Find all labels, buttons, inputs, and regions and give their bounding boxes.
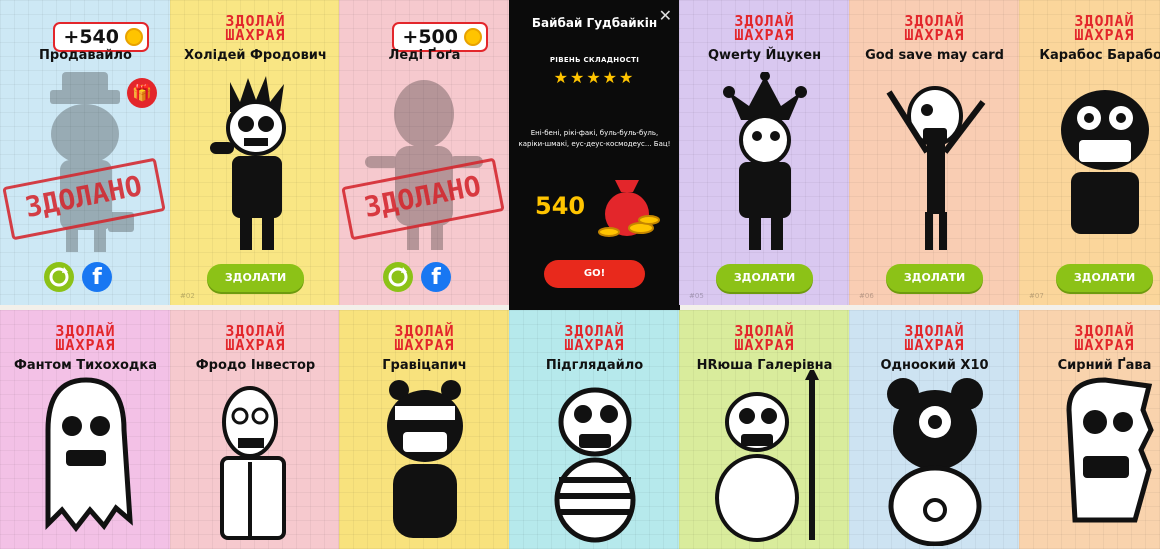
reward-amount: 540 xyxy=(535,192,586,220)
brand-logo: ЗДОЛАЙ ШАХРАЯ xyxy=(734,12,795,44)
monster-illustration xyxy=(45,377,133,533)
card-number: #05 xyxy=(689,292,704,300)
difficulty-label: РІВЕНЬ СКЛАДНОСТІ xyxy=(549,56,640,64)
reward-value: +500 xyxy=(402,26,458,48)
defeat-button[interactable]: ЗДОЛАТИ xyxy=(886,264,983,292)
card-title: God save may card xyxy=(865,48,1004,63)
defeat-button[interactable]: ЗДОЛАТИ xyxy=(716,264,813,292)
monster-popup: ✕ Байбай Гудбайкін РІВЕНЬ СКЛАДНОСТІ ★★★… xyxy=(509,0,680,310)
facebook-icon[interactable]: f xyxy=(82,262,112,292)
monster-illustration xyxy=(715,370,819,542)
card-nriusha[interactable]: ЗДОЛАЙ ШАХРАЯ НRюша Галерівна xyxy=(679,310,850,549)
card-kholidei[interactable]: ЗДОЛАЙ ШАХРАЯ Холідей Фродович ЗДОЛАТИ #0… xyxy=(170,0,341,305)
go-button[interactable]: GO! xyxy=(544,260,645,288)
monster-illustration xyxy=(723,72,807,250)
card-prodavailo[interactable]: +540 Продавайло 🎁 ЗДОЛАНО f xyxy=(0,0,171,305)
card-gravitsapych[interactable]: ЗДОЛАЙ ШАХРАЯ Гравіцапич xyxy=(339,310,510,549)
brand-logo: ЗДОЛАЙ ШАХРАЯ xyxy=(904,12,965,44)
replay-icon[interactable] xyxy=(44,262,74,292)
card-title: Карабос Барабос xyxy=(1039,48,1160,63)
card-ledi-goga[interactable]: +500 Леді Ґоґа ЗДОЛАНО f xyxy=(339,0,510,305)
card-god-save[interactable]: ЗДОЛАЙ ШАХРАЯ God save may card ЗДОЛАТИ #… xyxy=(849,0,1020,305)
card-title: Продавайло xyxy=(39,48,132,63)
card-fantom[interactable]: ЗДОЛАЙ ШАХРАЯ Фантом Тихоходка xyxy=(0,310,171,549)
monster-illustration xyxy=(210,76,286,250)
popup-description: Ені-бені, рікі-факі, буль-буль-буль, кар… xyxy=(518,129,671,148)
card-number: #07 xyxy=(1029,292,1044,300)
card-odnookyi[interactable]: ЗДОЛАЙ ШАХРАЯ Одноокий Х10 xyxy=(849,310,1020,549)
card-number: #06 xyxy=(859,292,874,300)
brand-logo: ЗДОЛАЙ ШАХРАЯ xyxy=(734,322,795,354)
brand-logo: ЗДОЛАЙ ШАХРАЯ xyxy=(564,322,625,354)
brand-logo: ЗДОЛАЙ ШАХРАЯ xyxy=(904,322,965,354)
card-title: Леді Ґоґа xyxy=(388,48,461,63)
brand-logo: ЗДОЛАЙ ШАХРАЯ xyxy=(225,322,286,354)
monster-illustration xyxy=(1061,90,1149,234)
card-karabos[interactable]: ЗДОЛАЙ ШАХРАЯ Карабос Барабос ЗДОЛАТИ #07 xyxy=(1019,0,1160,305)
replay-icon[interactable] xyxy=(383,262,413,292)
card-syrnyi[interactable]: ЗДОЛАЙ ШАХРАЯ Сирний Ґава xyxy=(1019,310,1160,549)
monster-illustration xyxy=(554,387,636,543)
monster-illustration xyxy=(887,378,983,546)
facebook-icon[interactable]: f xyxy=(421,262,451,292)
monster-illustration xyxy=(387,380,463,538)
brand-logo: ЗДОЛАЙ ШАХРАЯ xyxy=(394,322,455,354)
card-frodo[interactable]: ЗДОЛАЙ ШАХРАЯ Фродо Інвестор xyxy=(170,310,341,549)
cards-grid: +540 Продавайло 🎁 ЗДОЛАНО f ЗДОЛАЙ ШАХРАЯ… xyxy=(0,0,1160,549)
reward-value: +540 xyxy=(63,26,119,48)
coin-icon xyxy=(464,28,482,46)
brand-logo: ЗДОЛАЙ ШАХРАЯ xyxy=(55,322,116,354)
card-title: Qwerty Йцукен xyxy=(707,48,822,63)
brand-logo: ЗДОЛАЙ ШАХРАЯ xyxy=(225,12,286,44)
coin-icon xyxy=(125,28,143,46)
defeat-button[interactable]: ЗДОЛАТИ xyxy=(207,264,304,292)
popup-title: Байбай Гудбайкін xyxy=(531,16,658,30)
defeat-button[interactable]: ЗДОЛАТИ xyxy=(1056,264,1153,292)
card-title: Холідей Фродович xyxy=(184,48,327,63)
card-pidhliadailo[interactable]: ЗДОЛАЙ ШАХРАЯ Підглядайло xyxy=(509,310,680,549)
brand-logo: ЗДОЛАЙ ШАХРАЯ xyxy=(1074,322,1135,354)
money-bag-icon xyxy=(598,180,660,237)
card-number: #02 xyxy=(180,292,195,300)
brand-logo: ЗДОЛАЙ ШАХРАЯ xyxy=(1074,12,1135,44)
monster-illustration xyxy=(1066,377,1154,523)
monster-illustration xyxy=(886,86,986,250)
monster-illustration xyxy=(220,386,286,540)
card-qwerty[interactable]: ЗДОЛАЙ ШАХРАЯ Qwerty Йцукен ЗДОЛАТИ #05 xyxy=(679,0,850,305)
difficulty-stars: ★★★★★ xyxy=(553,68,636,87)
